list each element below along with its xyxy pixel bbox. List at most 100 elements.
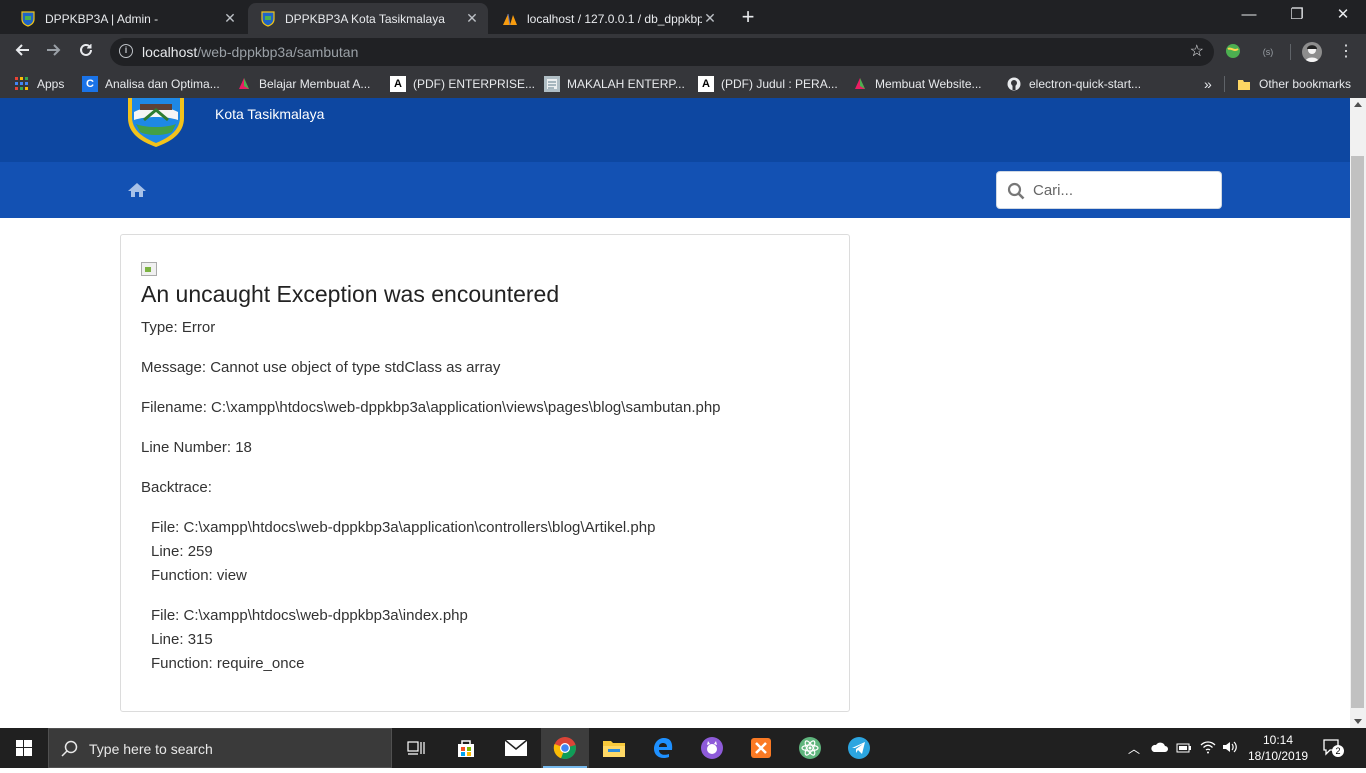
menu-kebab-icon[interactable]: ⋮ [1336, 42, 1356, 62]
document-thumb-icon [544, 76, 560, 92]
taskbar-github-desktop[interactable] [688, 728, 736, 768]
url-text: localhost/web-dppkbp3a/sambutan [142, 38, 358, 66]
scrollbar-thumb[interactable] [1351, 156, 1364, 708]
bookmark-membuat-website[interactable]: Membuat Website... [852, 76, 982, 92]
bookmark-pdf-enterprise[interactable]: A (PDF) ENTERPRISE... [390, 76, 535, 92]
atom-logo-icon [799, 737, 821, 759]
bookmark-label: Analisa dan Optima... [105, 77, 220, 91]
back-button[interactable] [8, 38, 36, 66]
notification-badge: 2 [1332, 745, 1344, 757]
taskbar-search-box[interactable]: Type here to search [48, 728, 392, 768]
error-title: An uncaught Exception was encountered [141, 281, 560, 307]
profile-avatar[interactable] [1302, 42, 1322, 62]
extension-globe-icon[interactable] [1224, 42, 1244, 62]
reload-icon [80, 43, 92, 56]
error-type: Type: Error [141, 319, 216, 336]
close-window-button[interactable]: ✕ [1320, 0, 1366, 30]
tab-title: DPPKBP3A | Admin - [45, 11, 159, 26]
bookmark-star-icon[interactable]: ☆ [1190, 38, 1204, 66]
bookmark-label: (PDF) Judul : PERA... [721, 77, 838, 91]
onedrive-cloud-icon[interactable] [1150, 740, 1168, 759]
search-input[interactable] [1033, 172, 1213, 208]
taskbar-xampp[interactable] [737, 728, 785, 768]
bookmark-analisa[interactable]: C Analisa dan Optima... [82, 76, 220, 92]
xampp-logo-icon [751, 738, 771, 758]
tab-admin[interactable]: DPPKBP3A | Admin - ✕ [8, 3, 246, 34]
bookmark-makalah[interactable]: MAKALAH ENTERP... [544, 76, 685, 92]
bookmarks-overflow-button[interactable]: » [1204, 76, 1212, 92]
reload-button[interactable] [72, 38, 100, 66]
close-tab-icon[interactable]: ✕ [464, 10, 480, 27]
site-header: Kota Tasikmalaya [0, 98, 1350, 162]
minimize-button[interactable]: — [1226, 0, 1272, 30]
scroll-down-arrow-icon[interactable] [1354, 719, 1362, 724]
windows-taskbar: Type here to search ︿ 10:14 18/10/2019 2 [0, 728, 1366, 768]
backtrace-function: Function: view [151, 567, 247, 584]
chevron-up-icon[interactable]: ︿ [1128, 740, 1140, 757]
store-bag-icon [458, 740, 474, 757]
bird-icon [852, 76, 868, 92]
clock-time: 10:14 [1262, 733, 1294, 747]
info-icon[interactable]: i [119, 44, 133, 58]
taskbar-clock[interactable]: 10:14 18/10/2019 [1248, 732, 1308, 764]
site-navbar [0, 162, 1350, 218]
backtrace-label: Backtrace: [141, 479, 212, 496]
taskbar-telegram[interactable] [835, 728, 883, 768]
error-filename: Filename: C:\xampp\htdocs\web-dppkbp3a\a… [141, 399, 721, 416]
task-view-icon [407, 741, 425, 755]
backtrace-function: Function: require_once [151, 655, 305, 672]
bookmark-apps[interactable]: Apps [14, 76, 64, 92]
address-bar[interactable]: i localhost/web-dppkbp3a/sambutan ☆ [110, 38, 1214, 66]
task-view-button[interactable] [392, 728, 440, 768]
taskbar-atom[interactable] [786, 728, 834, 768]
battery-icon[interactable] [1176, 741, 1192, 759]
arrow-right-icon [47, 44, 61, 56]
github-icon [1006, 76, 1022, 92]
bookmark-belajar[interactable]: Belajar Membuat A... [236, 76, 370, 92]
tab-kota-tasikmalaya[interactable]: DPPKBP3A Kota Tasikmalaya ✕ [248, 3, 488, 34]
tab-title: localhost / 127.0.0.1 / db_dppkbp3a [527, 11, 702, 26]
forward-button[interactable] [40, 38, 68, 66]
edge-logo-icon [654, 738, 673, 759]
wifi-icon[interactable] [1200, 740, 1216, 759]
taskbar-edge[interactable] [639, 728, 687, 768]
site-search [996, 171, 1222, 209]
page-viewport: Kota Tasikmalaya An uncaught Exception w… [0, 98, 1350, 728]
tab-phpmyadmin[interactable]: localhost / 127.0.0.1 / db_dppkbp3a ✕ [490, 3, 726, 34]
mail-envelope-icon [504, 739, 528, 756]
page-scrollbar[interactable] [1350, 98, 1366, 728]
restore-button[interactable]: ❐ [1274, 0, 1320, 30]
backtrace-line: Line: 315 [151, 631, 213, 648]
close-tab-icon[interactable]: ✕ [222, 10, 238, 27]
taskbar-mail[interactable] [492, 728, 540, 768]
home-icon[interactable] [127, 182, 147, 203]
bookmark-pdf-judul[interactable]: A (PDF) Judul : PERA... [698, 76, 838, 92]
arrow-left-icon [15, 44, 29, 56]
bookmark-divider [1224, 76, 1225, 92]
taskbar-search-placeholder: Type here to search [89, 741, 213, 757]
url-host: localhost [142, 44, 198, 60]
bookmark-label: (PDF) ENTERPRISE... [413, 77, 536, 91]
taskbar-store[interactable] [442, 728, 490, 768]
bookmarks-bar: Apps C Analisa dan Optima... Belajar Mem… [0, 70, 1366, 98]
taskbar-chrome[interactable] [541, 728, 589, 768]
scroll-up-arrow-icon[interactable] [1354, 102, 1362, 107]
taskbar-file-explorer[interactable] [590, 728, 638, 768]
volume-icon[interactable] [1222, 740, 1238, 759]
search-icon [61, 740, 79, 761]
tab-strip: DPPKBP3A | Admin - ✕ DPPKBP3A Kota Tasik… [0, 0, 1366, 34]
bookmark-electron[interactable]: electron-quick-start... [1006, 76, 1141, 92]
phpmyadmin-sail-icon [502, 11, 518, 27]
new-tab-button[interactable]: + [737, 4, 759, 30]
notification-center-icon[interactable]: 2 [1322, 738, 1344, 758]
windows-logo-icon [16, 740, 32, 756]
close-tab-icon[interactable]: ✕ [702, 10, 718, 27]
extension-s-icon[interactable]: (s) [1258, 42, 1278, 62]
telegram-logo-icon [848, 737, 870, 759]
other-bookmarks[interactable]: Other bookmarks [1236, 76, 1351, 92]
academia-icon: A [698, 76, 714, 92]
start-button[interactable] [0, 728, 48, 768]
bookmark-label: MAKALAH ENTERP... [567, 77, 685, 91]
shield-crest-icon [260, 10, 276, 27]
c-letter-icon: C [82, 76, 98, 92]
